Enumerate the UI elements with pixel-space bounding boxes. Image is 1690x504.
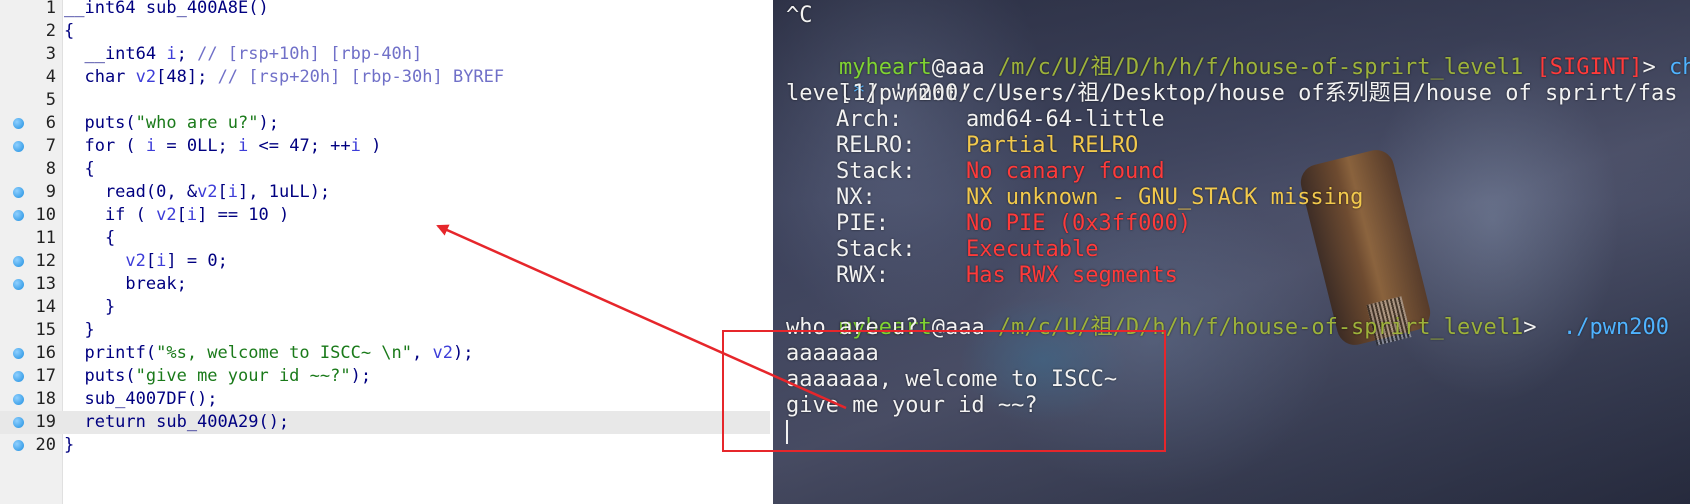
code-line[interactable]: 11 { bbox=[0, 227, 770, 250]
checksec-label: NX: bbox=[836, 185, 876, 210]
code-line[interactable]: 10 if ( v2[i] == 10 ) bbox=[0, 204, 770, 227]
code-line[interactable]: 8 { bbox=[0, 158, 770, 181]
checksec-value: No canary found bbox=[966, 159, 1165, 184]
line-number: 9 bbox=[45, 182, 56, 202]
code-line[interactable]: 19 return sub_400A29(); bbox=[0, 411, 770, 434]
line-number: 18 bbox=[35, 389, 56, 409]
line-number: 2 bbox=[45, 21, 56, 41]
breakpoint-dot-icon[interactable] bbox=[13, 187, 24, 198]
pseudocode-view[interactable]: 1 __int64 sub_400A8E() 2{3 __int64 i; // [… bbox=[0, 0, 770, 504]
code-line[interactable]: 14 } bbox=[0, 296, 770, 319]
code-text: puts("who are u?"); bbox=[64, 113, 279, 133]
code-line[interactable]: 3 __int64 i; // [rsp+10h] [rbp-40h] bbox=[0, 43, 770, 66]
checksec-label: Stack: bbox=[836, 237, 916, 262]
code-text: __int64 sub_400A8E() bbox=[64, 0, 269, 18]
line-number: 20 bbox=[35, 435, 56, 455]
code-line[interactable]: 17 puts("give me your id ~~?"); bbox=[0, 365, 770, 388]
line-number: 5 bbox=[45, 90, 56, 110]
line-number: 1 bbox=[45, 0, 56, 18]
code-line[interactable]: 7 for ( i = 0LL; i <= 47; ++i ) bbox=[0, 135, 770, 158]
checksec-label: Arch: bbox=[836, 107, 903, 132]
breakpoint-dot-icon[interactable] bbox=[13, 279, 24, 290]
terminal-interrupt-line: ^C bbox=[786, 3, 813, 28]
breakpoint-dot-icon[interactable] bbox=[13, 371, 24, 382]
code-line[interactable]: 12 v2[i] = 0; bbox=[0, 250, 770, 273]
code-text: break; bbox=[64, 274, 187, 294]
line-number: 15 bbox=[35, 320, 56, 340]
line-number: 3 bbox=[45, 44, 56, 64]
code-line[interactable]: 1 __int64 sub_400A8E() bbox=[0, 0, 770, 20]
code-text: for ( i = 0LL; i <= 47; ++i ) bbox=[64, 136, 382, 156]
code-line[interactable]: 15 } bbox=[0, 319, 770, 342]
prompt-arrow: > bbox=[1523, 315, 1550, 340]
breakpoint-dot-icon[interactable] bbox=[13, 417, 24, 428]
code-text: __int64 i; // [rsp+10h] [rbp-40h] bbox=[64, 44, 423, 64]
code-line[interactable]: 9 read(0, &v2[i], 1uLL); bbox=[0, 181, 770, 204]
line-number: 10 bbox=[35, 205, 56, 225]
code-text: } bbox=[64, 297, 116, 317]
line-number: 16 bbox=[35, 343, 56, 363]
breakpoint-dot-icon[interactable] bbox=[13, 440, 24, 451]
checksec-path-line-cont: level1/pwn200' bbox=[786, 81, 972, 106]
code-line[interactable]: 5 bbox=[0, 89, 770, 112]
checksec-label: RELRO: bbox=[836, 133, 916, 158]
code-line[interactable]: 20} bbox=[0, 434, 770, 457]
line-number: 6 bbox=[45, 113, 56, 133]
line-number: 7 bbox=[45, 136, 56, 156]
code-text: sub_4007DF(); bbox=[64, 389, 218, 409]
line-number: 13 bbox=[35, 274, 56, 294]
annotation-highlight-box bbox=[722, 330, 1166, 452]
code-line[interactable]: 6 puts("who are u?"); bbox=[0, 112, 770, 135]
code-text: read(0, &v2[i], 1uLL); bbox=[64, 182, 331, 202]
breakpoint-dot-icon[interactable] bbox=[13, 118, 24, 129]
breakpoint-dot-icon[interactable] bbox=[13, 348, 24, 359]
code-text: } bbox=[64, 435, 75, 455]
info-path: '/mnt/c/Users/祖/Desktop/house of系列题目/hou… bbox=[878, 81, 1678, 106]
code-text: } bbox=[64, 320, 95, 340]
code-text: char v2[48]; // [rsp+20h] [rbp-30h] BYRE… bbox=[64, 67, 505, 87]
breakpoint-dot-icon[interactable] bbox=[13, 141, 24, 152]
line-number: 11 bbox=[35, 228, 56, 248]
code-text: { bbox=[64, 228, 116, 248]
breakpoint-dot-icon[interactable] bbox=[13, 210, 24, 221]
terminal-prompt-line: myheart@aaa /m/c/U/祖/D/h/h/f/house-of-sp… bbox=[786, 29, 1690, 80]
terminal-prompt-line-2: myheart@aaa /m/c/U/祖/D/h/h/f/house-of-sp… bbox=[786, 289, 1669, 340]
checksec-label: PIE: bbox=[836, 211, 889, 236]
breakpoint-dot-icon[interactable] bbox=[13, 256, 24, 267]
code-line[interactable]: 4 char v2[48]; // [rsp+20h] [rbp-30h] BY… bbox=[0, 66, 770, 89]
checksec-value: NX unknown - GNU_STACK missing bbox=[966, 185, 1364, 210]
line-number: 17 bbox=[35, 366, 56, 386]
checksec-value: No PIE (0x3ff000) bbox=[966, 211, 1192, 236]
code-text: return sub_400A29(); bbox=[64, 412, 290, 432]
line-number: 19 bbox=[35, 412, 56, 432]
line-number: 12 bbox=[35, 251, 56, 271]
code-line[interactable]: 2{ bbox=[0, 20, 770, 43]
code-text: if ( v2[i] == 10 ) bbox=[64, 205, 290, 225]
code-text: v2[i] = 0; bbox=[125, 251, 228, 271]
line-number: 8 bbox=[45, 159, 56, 179]
checksec-label: Stack: bbox=[836, 159, 916, 184]
code-text: { bbox=[64, 159, 95, 179]
code-text: puts("give me your id ~~?"); bbox=[64, 366, 372, 386]
breakpoint-dot-icon[interactable] bbox=[13, 394, 24, 405]
line-number: 14 bbox=[35, 297, 56, 317]
code-line[interactable]: 18 sub_4007DF(); bbox=[0, 388, 770, 411]
code-text: { bbox=[64, 21, 75, 41]
prompt-command: ./pwn200 bbox=[1549, 315, 1669, 340]
code-text: printf("%s, welcome to ISCC~ \n", v2); bbox=[64, 343, 474, 363]
checksec-value: Partial RELRO bbox=[966, 133, 1139, 158]
code-line[interactable]: 13 break; bbox=[0, 273, 770, 296]
checksec-value: Executable bbox=[966, 237, 1099, 262]
checksec-value: amd64-64-little bbox=[966, 107, 1165, 132]
checksec-label: RWX: bbox=[836, 263, 889, 288]
checksec-value: Has RWX segments bbox=[966, 263, 1178, 288]
code-line[interactable]: 16 printf("%s, welcome to ISCC~ \n", v2)… bbox=[0, 342, 770, 365]
checksec-path-line: [*] '/mnt/c/Users/祖/Desktop/house of系列题目… bbox=[786, 55, 1678, 106]
line-number: 4 bbox=[45, 67, 56, 87]
